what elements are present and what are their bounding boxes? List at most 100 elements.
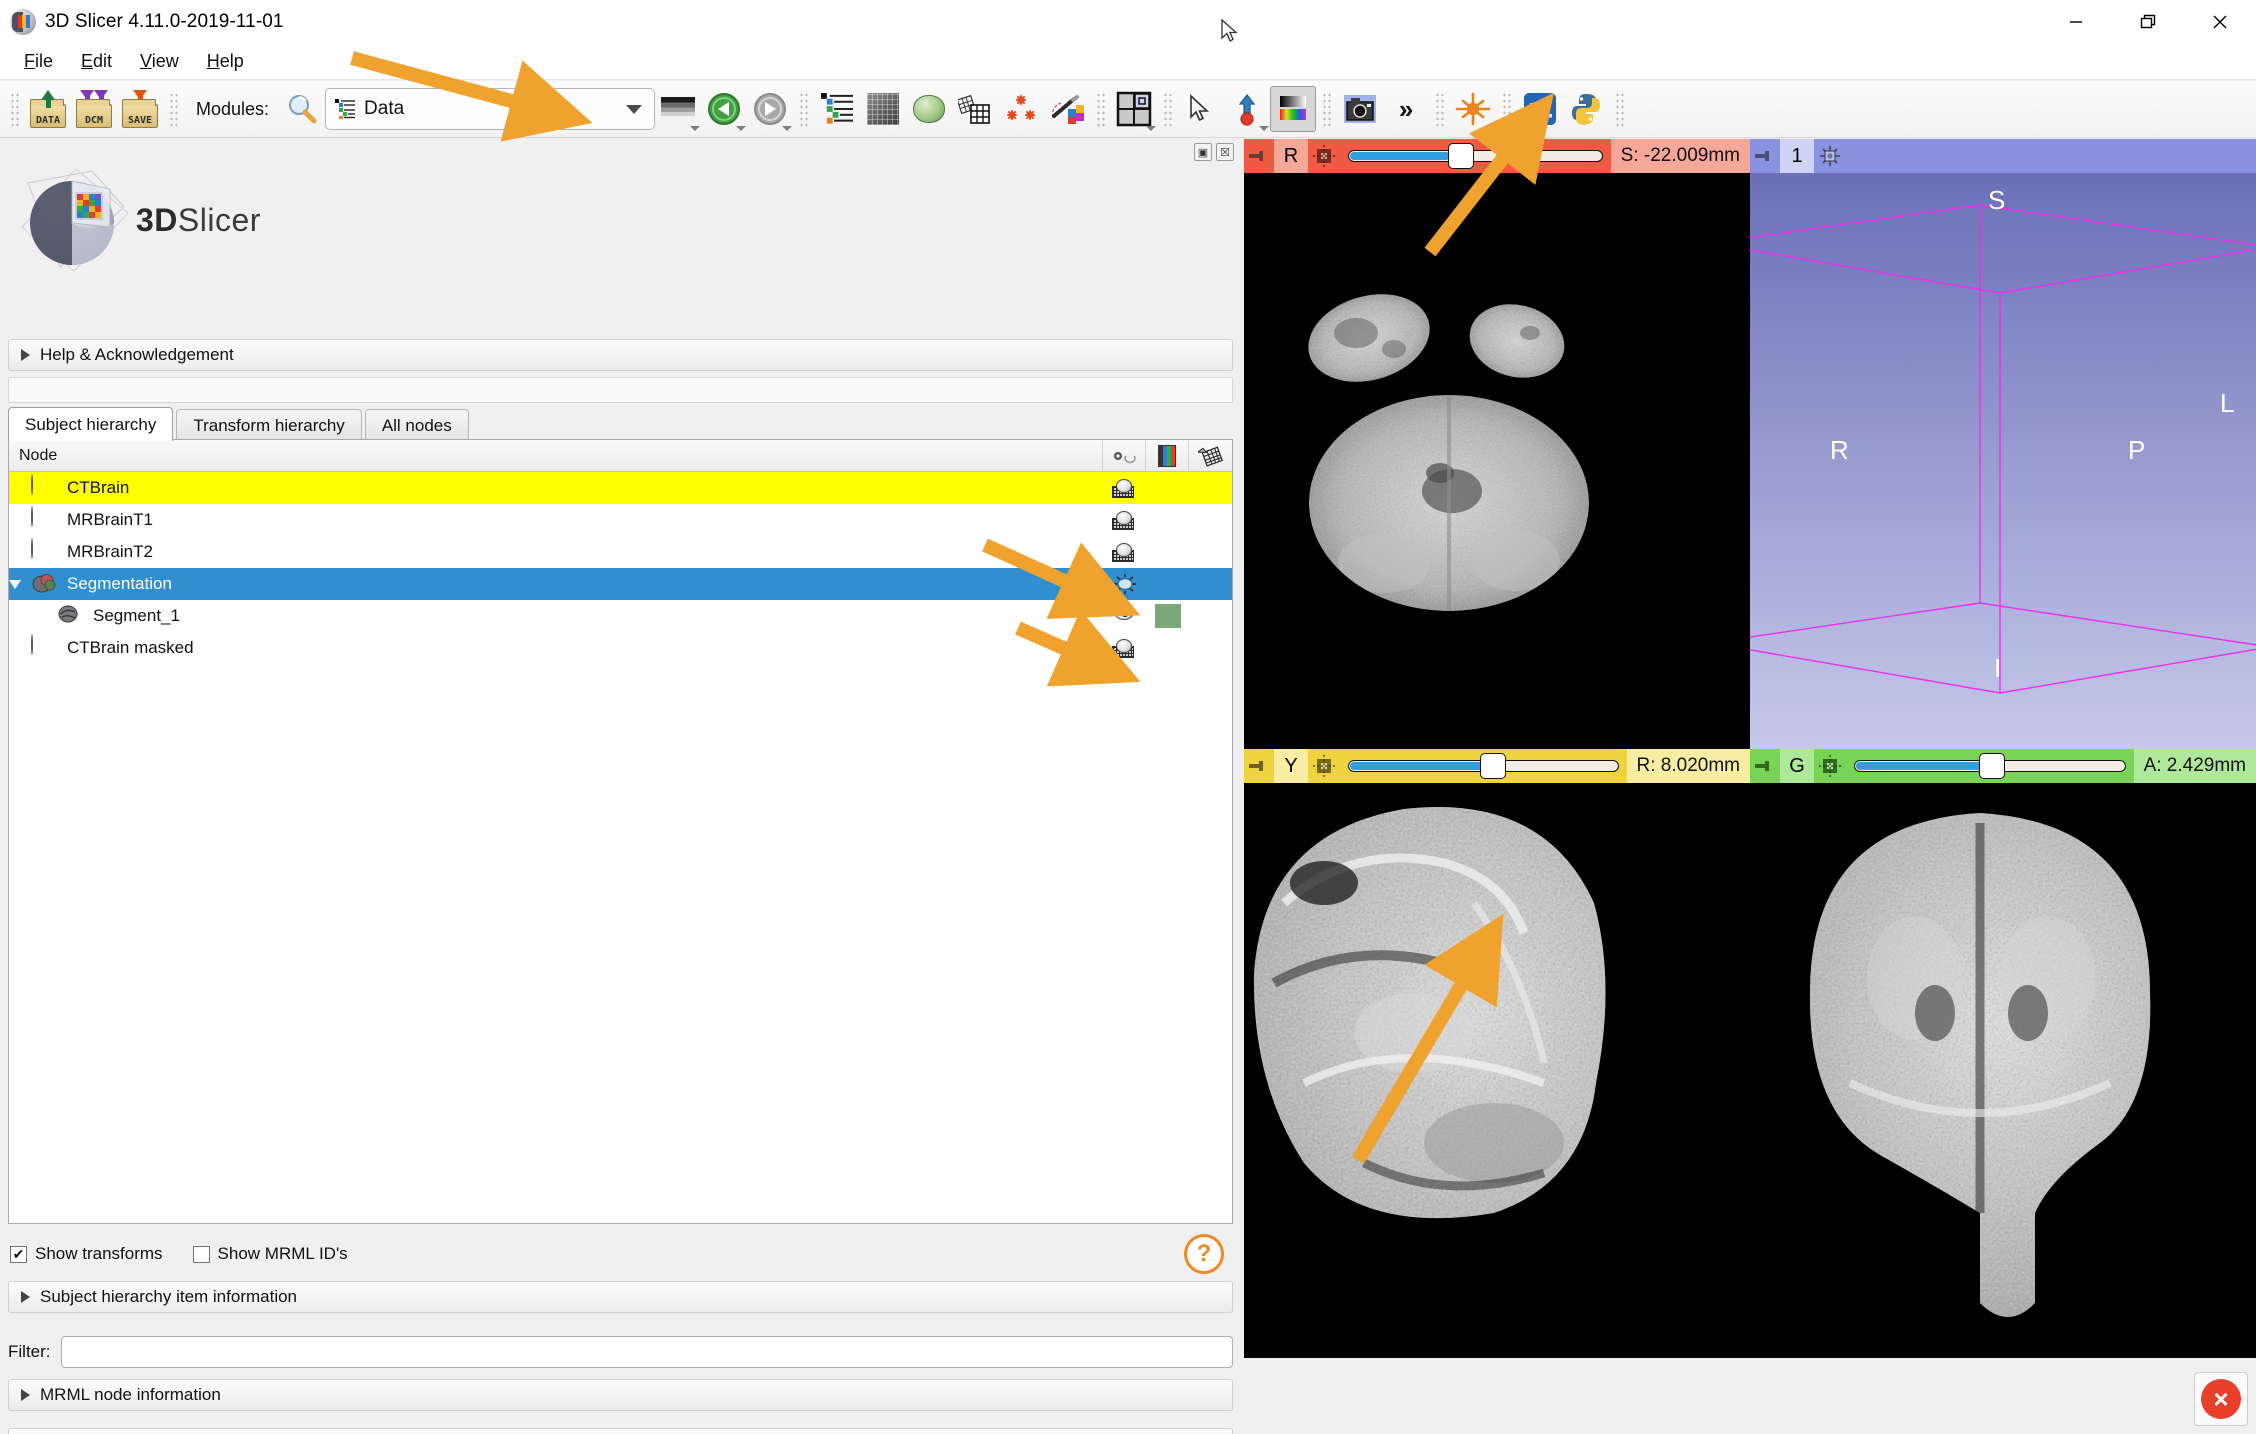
table-row[interactable]: Segment_1 [9,600,1232,632]
toolbar-grip-2[interactable] [168,90,179,128]
data-probe-section[interactable]: Data Probe [8,1428,1233,1434]
toolbar-grip-6[interactable] [1321,90,1333,128]
menu-help[interactable]: Help [193,48,258,75]
view-settings-icon[interactable] [1814,139,1846,173]
module-selector-combobox[interactable]: Data [325,88,656,130]
help-button[interactable]: ? [1184,1234,1224,1274]
error-close-button[interactable]: × [2194,1372,2248,1426]
colormap-button[interactable] [655,86,701,132]
toolbar-grip[interactable] [9,90,20,128]
tree-row-label-cell: CTBrain [31,474,1103,501]
yellow-slice-view[interactable]: Y R: 8.020mm [1244,749,1750,1358]
load-dicom-button[interactable]: DCM [71,86,117,132]
load-data-button[interactable]: DATA [25,86,71,132]
module-segment-editor-button[interactable] [1044,86,1090,132]
red-slice-slider[interactable] [1340,139,1611,173]
chevron-down-icon[interactable] [690,126,701,131]
minimize-button[interactable] [2040,0,2112,44]
toolbar-grip-7[interactable] [1434,90,1446,128]
green-slice-view[interactable]: G A: 2.429mm [1750,749,2256,1358]
tab-transform-hierarchy[interactable]: Transform hierarchy [176,409,362,441]
chevron-right-icon [21,1389,30,1401]
chevron-down-icon[interactable] [626,105,643,114]
mrml-node-information-section[interactable]: MRML node information [8,1379,1233,1411]
toolbar-grip-9[interactable] [1614,90,1626,128]
slice-reformat-icon[interactable] [1308,749,1340,783]
toolbar-grip-4[interactable] [1095,90,1107,128]
mouse-mode-button[interactable] [1178,86,1224,132]
save-data-button[interactable]: SAVE [117,86,163,132]
show-transforms-checkbox[interactable]: ✔ Show transforms [10,1244,163,1264]
module-subject-hierarchy-button[interactable] [814,86,860,132]
slice-reformat-icon[interactable] [1308,139,1340,173]
red-slice-view[interactable]: R S: -22.009mm [1244,139,1750,749]
tree-header-transform[interactable] [1189,440,1232,471]
panel-close-button[interactable]: ☒ [1216,143,1234,161]
row-visibility-toggle[interactable] [1103,504,1146,536]
tree-header-color[interactable] [1146,440,1189,471]
place-markup-button[interactable] [1224,86,1270,132]
screenshot-button[interactable] [1337,86,1383,132]
tree-row-label-cell: Segment_1 [31,603,1103,629]
row-visibility-toggle[interactable] [1103,472,1146,504]
window-level-button[interactable] [1270,86,1317,132]
slider-thumb[interactable] [1480,753,1506,779]
slider-thumb[interactable] [1448,143,1474,169]
layout-button[interactable] [1111,86,1157,132]
row-visibility-toggle[interactable] [1103,632,1146,664]
menu-file[interactable]: FFileile [10,48,67,75]
module-registration-button[interactable] [952,86,998,132]
module-markups-button[interactable] [998,86,1044,132]
chevron-down-icon[interactable] [1146,126,1157,131]
subject-hierarchy-item-information-section[interactable]: Subject hierarchy item information [8,1281,1233,1313]
module-volume-rendering-button[interactable] [860,86,906,132]
threed-scene[interactable]: S R P L I [1750,173,2256,749]
pin-icon[interactable] [1750,759,1780,773]
slider-thumb[interactable] [1979,753,2005,779]
menu-view[interactable]: View [126,48,193,75]
table-row[interactable]: CTBrain masked [9,632,1232,664]
pin-icon[interactable] [1750,149,1780,163]
redo-button[interactable] [747,86,793,132]
pin-icon[interactable] [1244,759,1274,773]
green-slice-slider[interactable] [1846,749,2134,783]
menu-edit[interactable]: Edit [67,48,126,75]
chevron-down-icon[interactable] [1485,126,1496,131]
yellow-slice-slider[interactable] [1340,749,1627,783]
filter-input[interactable] [60,1336,1233,1368]
tree-header-node[interactable]: Node [9,440,1103,471]
toolbar-overflow-button[interactable]: » [1383,86,1429,132]
close-button[interactable] [2184,0,2256,44]
tab-subject-hierarchy[interactable]: Subject hierarchy [8,407,174,441]
maximize-button[interactable] [2112,0,2184,44]
module-search-button[interactable] [279,86,325,132]
help-acknowledgement-section[interactable]: Help & Acknowledgement [8,339,1233,371]
extension-manager-button[interactable] [1517,86,1563,132]
slice-reformat-icon[interactable] [1814,749,1846,783]
table-row[interactable]: CTBrain [9,472,1232,504]
toolbar-grip-8[interactable] [1501,90,1513,128]
table-row[interactable]: MRBrainT1 [9,504,1232,536]
undo-button[interactable] [701,86,747,132]
chevron-down-icon[interactable] [782,126,793,131]
pin-icon[interactable] [1244,149,1274,163]
python-console-button[interactable] [1563,86,1609,132]
show-mrml-ids-checkbox[interactable]: Show MRML ID's [192,1244,348,1264]
tree-header-visibility[interactable] [1103,440,1146,471]
toolbar-grip-3[interactable] [798,90,810,128]
chevron-down-icon[interactable] [1259,126,1270,131]
chevron-down-icon[interactable] [736,126,747,131]
row-color-cell[interactable] [1146,600,1189,632]
row-visibility-toggle[interactable] [1103,568,1146,600]
module-models-button[interactable] [906,86,952,132]
panel-undock-button[interactable]: ▣ [1194,143,1212,161]
tab-all-nodes[interactable]: All nodes [364,409,469,441]
toolbar-grip-5[interactable] [1162,90,1174,128]
crosshair-button[interactable] [1450,86,1496,132]
threed-view[interactable]: 1 S R P L I [1750,139,2256,749]
table-row[interactable]: Segmentation [9,568,1232,600]
row-visibility-toggle[interactable] [1103,536,1146,568]
row-visibility-toggle[interactable] [1103,600,1146,632]
table-row[interactable]: MRBrainT2 [9,536,1232,568]
row-expander[interactable] [9,579,31,589]
